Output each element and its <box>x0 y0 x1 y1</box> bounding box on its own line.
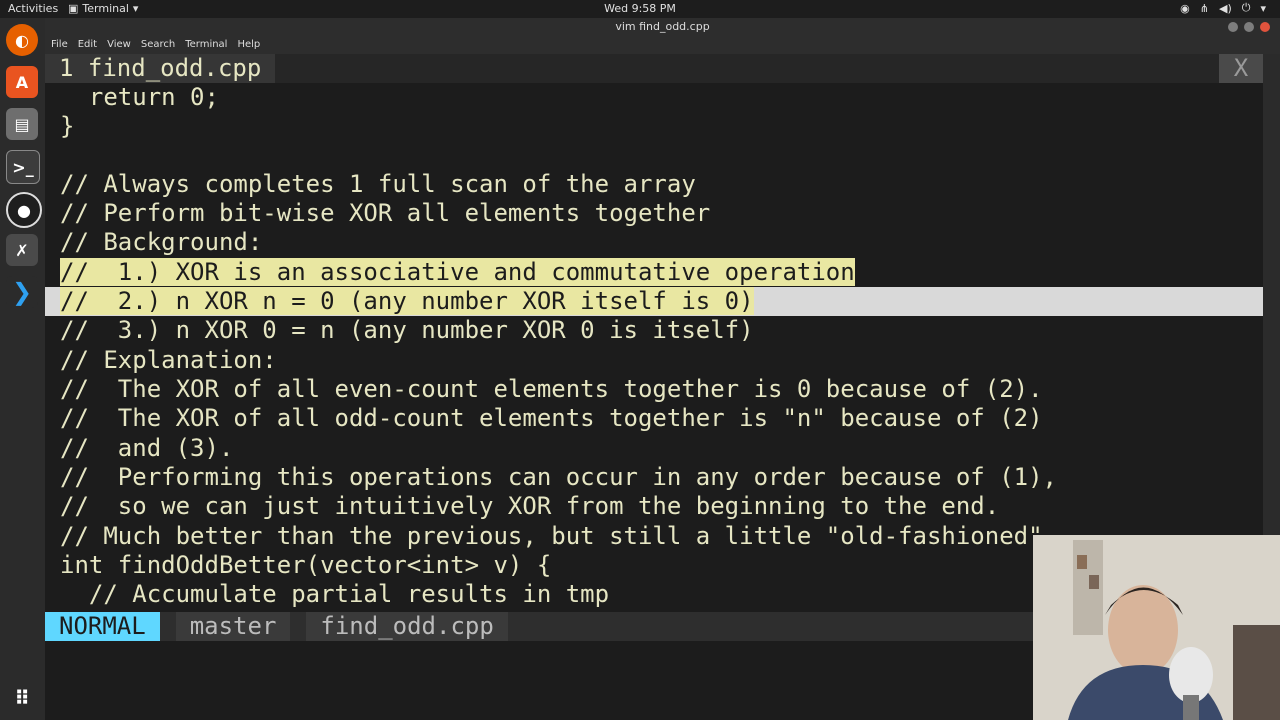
menu-help[interactable]: Help <box>237 36 260 54</box>
code-line: // 3.) n XOR 0 = n (any number XOR 0 is … <box>60 316 754 344</box>
visual-selection: // 2.) n XOR n = 0 (any number XOR itsel… <box>60 287 754 315</box>
menu-edit[interactable]: Edit <box>78 36 97 54</box>
code-line: // Background: <box>60 228 263 256</box>
vim-mode-indicator: NORMAL <box>45 612 160 641</box>
obs-icon[interactable]: ● <box>6 192 42 228</box>
vim-tab-label: 1 find_odd.cpp <box>59 54 262 82</box>
menu-terminal[interactable]: Terminal <box>185 36 227 54</box>
vscode-icon[interactable]: ❯ <box>6 276 38 308</box>
visual-selection: // 1.) XOR is an associative and commuta… <box>60 258 855 286</box>
system-topbar: Activities ▣ Terminal ▾ Wed 9:58 PM ◉ ⋔ … <box>0 0 1280 18</box>
vim-tabline: 1 find_odd.cpp X <box>45 54 1263 83</box>
menu-file[interactable]: File <box>51 36 68 54</box>
close-icon[interactable] <box>1260 22 1270 32</box>
launcher-dock: ◐ A ▤ >_ ● ✗ ❯ ⠿ <box>0 18 45 720</box>
maximize-icon[interactable] <box>1244 22 1254 32</box>
code-line: // Perform bit-wise XOR all elements tog… <box>60 199 711 227</box>
window-title: vim find_odd.cpp <box>615 20 710 33</box>
code-line: } <box>60 112 75 140</box>
files-icon[interactable]: ▤ <box>6 108 38 140</box>
vim-close-tab-button[interactable]: X <box>1219 54 1263 83</box>
terminal-icon[interactable]: >_ <box>6 150 40 184</box>
code-line: // and (3). <box>60 434 234 462</box>
system-tray[interactable]: ◉ ⋔ ◀) ⏻ ▾ <box>1180 1 1266 15</box>
code-line-cursor: // 2.) n XOR n = 0 (any number XOR itsel… <box>45 287 1278 316</box>
code-line: // Always completes 1 full scan of the a… <box>60 170 696 198</box>
network-icon: ⋔ <box>1199 1 1209 15</box>
window-titlebar: vim find_odd.cpp <box>45 18 1280 36</box>
code-line-selected: // 1.) XOR is an associative and commuta… <box>45 258 1278 287</box>
vim-tab[interactable]: 1 find_odd.cpp <box>45 54 276 83</box>
presenter-image <box>1033 535 1280 720</box>
obs-tray-icon[interactable]: ◉ <box>1180 2 1190 15</box>
code-line: // Explanation: <box>60 346 277 374</box>
code-line: // Performing this operations can occur … <box>60 463 1057 491</box>
webcam-overlay <box>1033 535 1280 720</box>
terminal-menubar: File Edit View Search Terminal Help <box>45 36 1280 54</box>
menu-view[interactable]: View <box>107 36 131 54</box>
power-icon: ⏻ <box>1241 1 1251 14</box>
clock[interactable]: Wed 9:58 PM <box>0 2 1280 15</box>
chevron-down-icon: ▾ <box>1260 1 1266 15</box>
show-apps-icon[interactable]: ⠿ <box>6 682 38 714</box>
code-line: // The XOR of all odd-count elements tog… <box>60 404 1043 432</box>
status-filename: find_odd.cpp <box>306 612 508 641</box>
code-line: // The XOR of all even-count elements to… <box>60 375 1043 403</box>
software-center-icon[interactable]: A <box>6 66 38 98</box>
code-line: return 0; <box>60 83 219 111</box>
window-controls <box>1228 22 1270 32</box>
volume-icon: ◀) <box>1219 1 1232 15</box>
firefox-icon[interactable]: ◐ <box>6 24 38 56</box>
menu-search[interactable]: Search <box>141 36 175 54</box>
git-branch: master <box>175 612 291 641</box>
xournal-icon[interactable]: ✗ <box>6 234 38 266</box>
code-line: // so we can just intuitively XOR from t… <box>60 492 1000 520</box>
minimize-icon[interactable] <box>1228 22 1238 32</box>
